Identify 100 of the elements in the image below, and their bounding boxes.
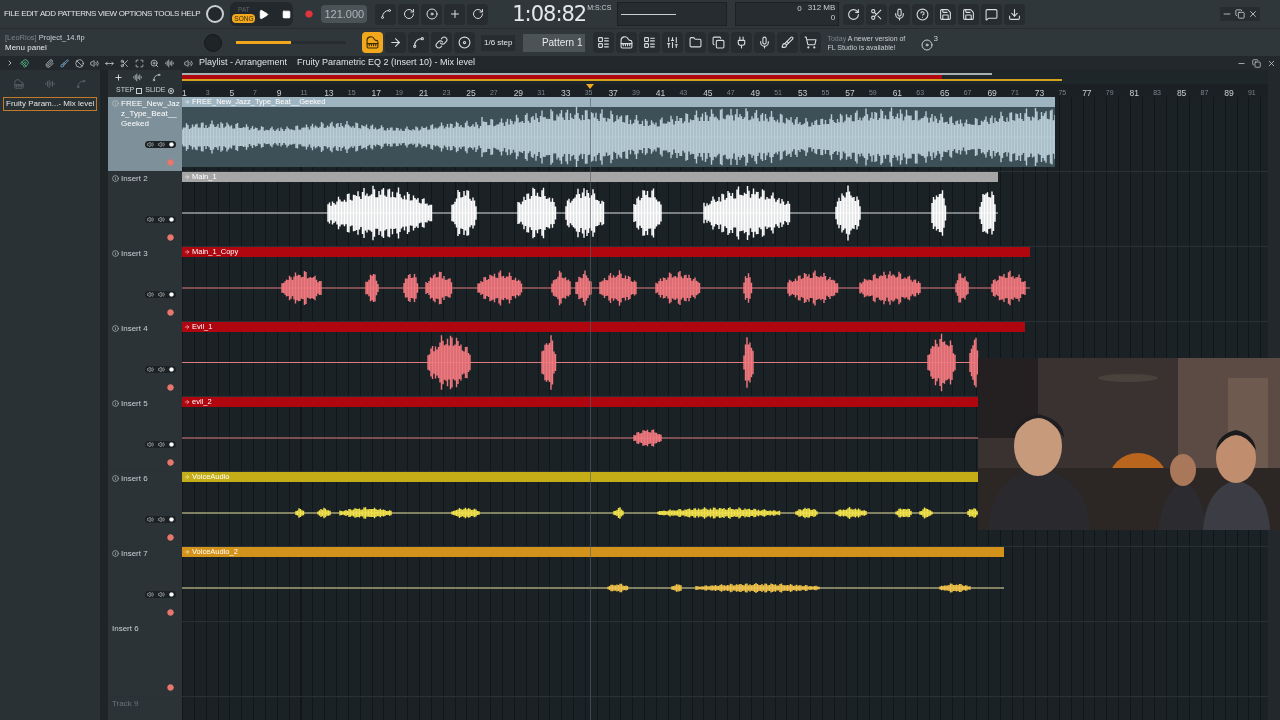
track-header[interactable]: Insert 5 [108, 397, 182, 471]
solo-icon [169, 592, 174, 597]
bar-number: 49 [750, 89, 760, 97]
polyphony-reading: 0 [830, 13, 836, 23]
document-icon[interactable] [708, 32, 730, 53]
download-icon[interactable] [1004, 3, 1026, 25]
playlist-icon[interactable] [593, 32, 615, 53]
bar-number: 29 [513, 89, 524, 97]
record-icon [305, 10, 314, 18]
bar-number: 65 [940, 89, 950, 97]
select-icon [135, 58, 144, 68]
track-header[interactable]: Insert 6 [108, 622, 182, 696]
plug-icon[interactable] [731, 32, 753, 53]
zoom-icon [150, 58, 159, 68]
piano-roll-icon[interactable] [616, 32, 638, 53]
track-header[interactable]: Insert 2 [108, 172, 182, 246]
microphone-icon[interactable] [889, 3, 911, 25]
bar-number: 1 [182, 89, 187, 97]
bar-number: 41 [655, 89, 666, 97]
bar-number: 73 [1034, 89, 1045, 97]
clip-arrow-icon [184, 474, 190, 480]
time-display[interactable]: 1:08:82 [512, 3, 587, 25]
wait-icon[interactable] [398, 3, 420, 25]
delete-icon [75, 58, 84, 68]
solo-icon [169, 517, 174, 522]
menu-item[interactable]: VIEW [97, 8, 117, 20]
typing-keyboard-icon[interactable] [362, 32, 383, 53]
menu-item[interactable]: EDIT [21, 8, 38, 20]
save-icon[interactable] [935, 3, 957, 25]
solo-icon [169, 142, 174, 147]
record-icon [167, 159, 174, 166]
record-icon [167, 459, 174, 466]
track-name: Insert 5 [121, 399, 148, 409]
record-icon [167, 234, 174, 241]
save-new-icon[interactable] [958, 3, 980, 25]
piano-icon [14, 78, 25, 89]
bar-number: 21 [418, 89, 429, 97]
pattern-selector[interactable]: Pattern 1 [523, 33, 586, 52]
breadcrumb-item[interactable]: Playlist - Arrangement [199, 56, 288, 70]
bar-number: 5 [229, 89, 235, 97]
track-name: Insert 6 [121, 474, 148, 484]
speaker-icon [147, 291, 154, 298]
track-header[interactable]: Insert 4 [108, 322, 182, 396]
help-icon[interactable] [912, 3, 934, 25]
clip-arrow-icon [184, 549, 190, 555]
mixer-icon[interactable] [662, 32, 684, 53]
tempo-display[interactable]: 121.000 [321, 5, 368, 23]
curve-icon[interactable] [408, 32, 429, 53]
bar-number: 57 [845, 89, 855, 97]
track-header[interactable]: Insert 7 [108, 547, 182, 621]
master-volume-knob[interactable] [206, 5, 225, 23]
undo-icon[interactable] [843, 3, 865, 25]
close-icon [1267, 58, 1276, 68]
hint-text: Menu panel [5, 42, 48, 53]
restore-icon [1235, 9, 1245, 19]
bar-number: 53 [797, 89, 808, 97]
loop-icon[interactable] [467, 3, 489, 25]
menu-item[interactable]: OPTIONS [118, 8, 152, 20]
info-icon [112, 475, 119, 482]
menu-item[interactable]: TOOLS [154, 8, 179, 20]
track-name: Insert 4 [121, 324, 148, 334]
info-icon [112, 325, 119, 332]
step-checkbox[interactable] [136, 87, 143, 94]
master-pitch-slider[interactable] [236, 41, 291, 44]
bar-number: 13 [324, 89, 334, 97]
bar-number: 69 [987, 89, 997, 97]
bar-number: 33 [561, 89, 571, 97]
browser-item[interactable]: Fruity Param...- Mix level [3, 97, 97, 111]
paperclip-icon [45, 58, 54, 68]
bar-number: 61 [892, 89, 903, 97]
link-icon[interactable] [431, 32, 452, 53]
bar-number: 25 [466, 89, 476, 97]
track-header[interactable]: Insert 6 [108, 472, 182, 546]
chat-icon[interactable] [981, 3, 1003, 25]
track-name: FREE_New_Jazz_Type_Beat__Geeked [121, 99, 181, 129]
cart-icon[interactable] [800, 32, 822, 53]
info-icon [112, 100, 119, 107]
info-icon [112, 400, 119, 407]
close-icon [1248, 9, 1258, 19]
menu-item[interactable]: ADD [39, 8, 56, 20]
menu-item[interactable]: HELP [181, 8, 201, 20]
solo-icon [169, 292, 174, 297]
menu-item[interactable]: FILE [4, 8, 20, 20]
paint-icon [60, 58, 69, 68]
track-name: Insert 6 [112, 624, 139, 634]
breadcrumb-item[interactable]: Fruity Parametric EQ 2 (Insert 10) - Mix level [297, 56, 476, 70]
slip-icon [105, 58, 114, 68]
scissors-icon[interactable] [866, 3, 888, 25]
track-header[interactable]: Insert 3 [108, 247, 182, 321]
news-count: 3 [933, 34, 938, 43]
browser-icon[interactable] [685, 32, 707, 53]
record-icon [167, 384, 174, 391]
curve-icon [75, 78, 86, 89]
speaker-icon [184, 58, 193, 68]
record-icon [167, 609, 174, 616]
menu-item[interactable]: PATTERNS [57, 8, 96, 20]
playhead-marker-icon [586, 84, 594, 89]
solo-icon [169, 442, 174, 447]
playback-icon [165, 58, 174, 68]
snap-selector[interactable]: 1/6 step [481, 34, 516, 51]
